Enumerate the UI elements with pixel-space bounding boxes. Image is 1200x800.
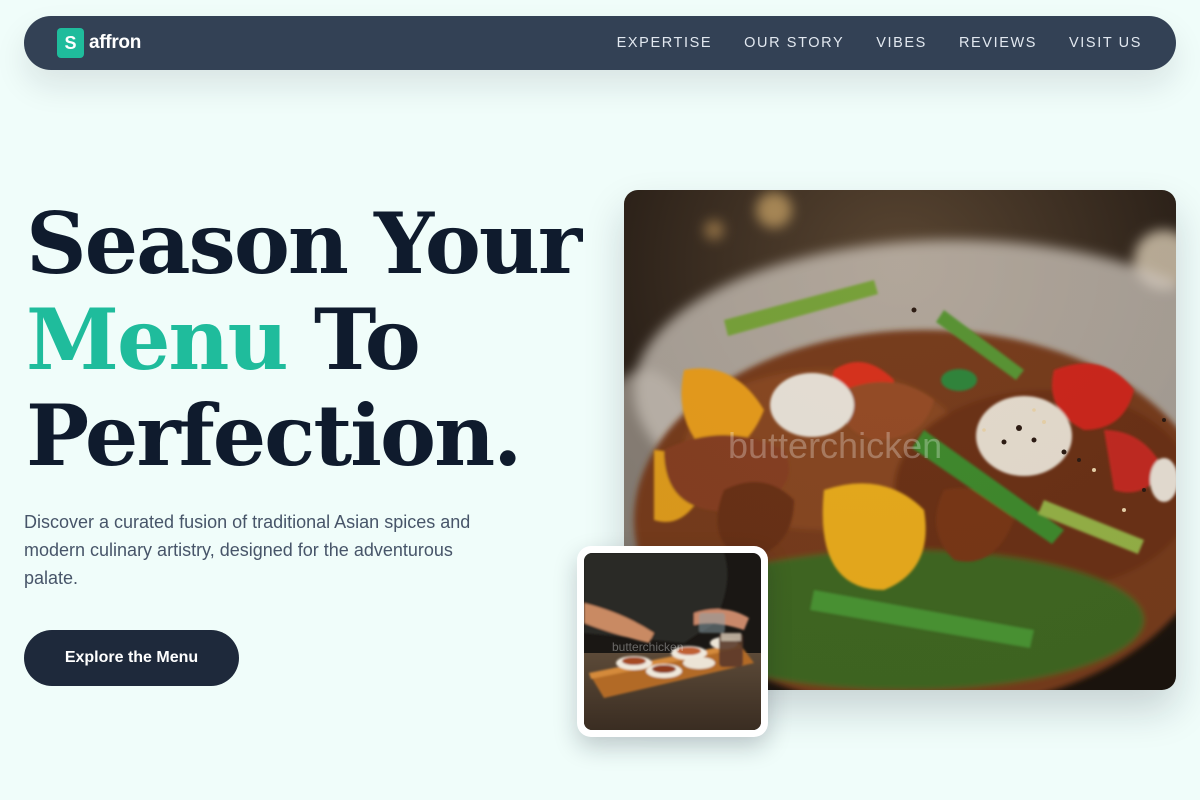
nav-link-reviews[interactable]: REVIEWS (959, 35, 1037, 51)
hero-headline: Season Your Menu To Perfection. (26, 196, 606, 484)
headline-accent: Menu (26, 290, 289, 389)
headline-line-3: Perfection. (26, 386, 522, 485)
main-image-watermark: butterchicken (728, 425, 942, 466)
logo-text: affron (89, 32, 142, 53)
nav-link-expertise[interactable]: EXPERTISE (617, 35, 713, 51)
nav-link-vibes[interactable]: VIBES (876, 35, 927, 51)
nav-link-visit-us[interactable]: VISIT US (1069, 35, 1142, 51)
hero-description: Discover a curated fusion of traditional… (24, 512, 471, 588)
nav-links: EXPERTISE OUR STORY VIBES REVIEWS VISIT … (617, 35, 1142, 51)
headline-line-2-rest: To (286, 290, 421, 389)
logo-mark: S (57, 28, 84, 58)
top-navbar: S affron EXPERTISE OUR STORY VIBES REVIE… (24, 16, 1176, 70)
headline-line-1: Season Your (26, 194, 582, 293)
brand-logo[interactable]: S affron (57, 28, 141, 58)
chef-plating-image: butterchicken (577, 546, 768, 737)
explore-menu-button[interactable]: Explore the Menu (24, 630, 239, 686)
inset-image-watermark: butterchicken (612, 640, 683, 654)
nav-link-our-story[interactable]: OUR STORY (744, 35, 844, 51)
